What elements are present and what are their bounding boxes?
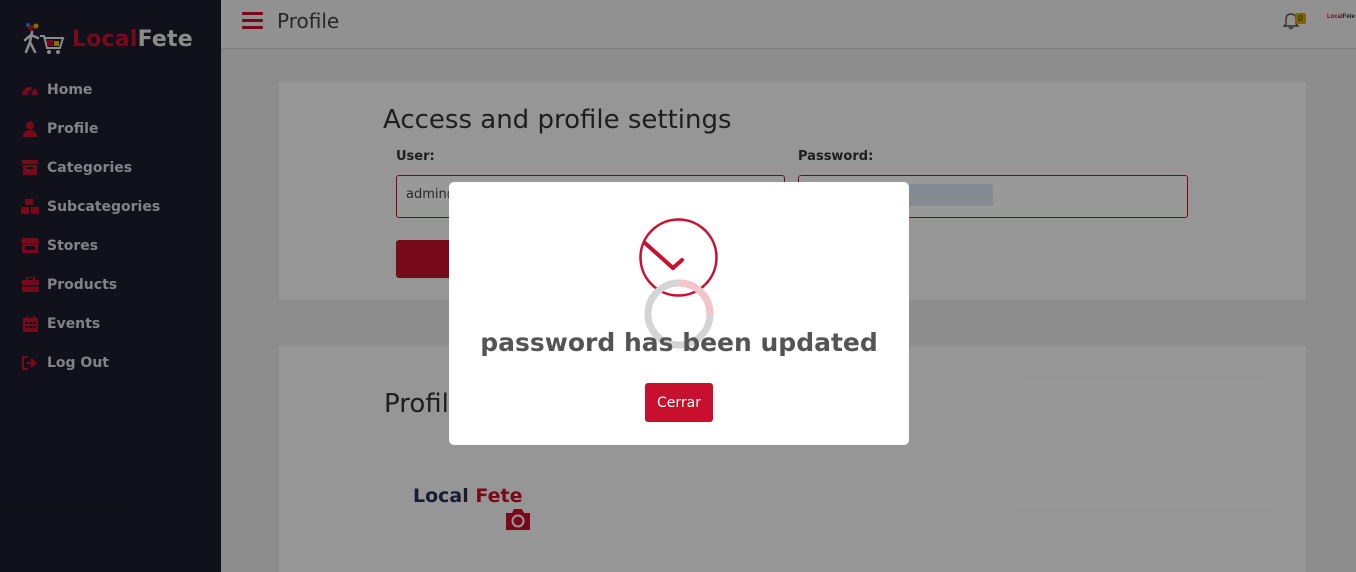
close-button[interactable]: Cerrar — [645, 383, 713, 422]
success-dialog: password has been updated Cerrar — [449, 182, 909, 445]
dialog-message: password has been updated — [480, 328, 878, 357]
